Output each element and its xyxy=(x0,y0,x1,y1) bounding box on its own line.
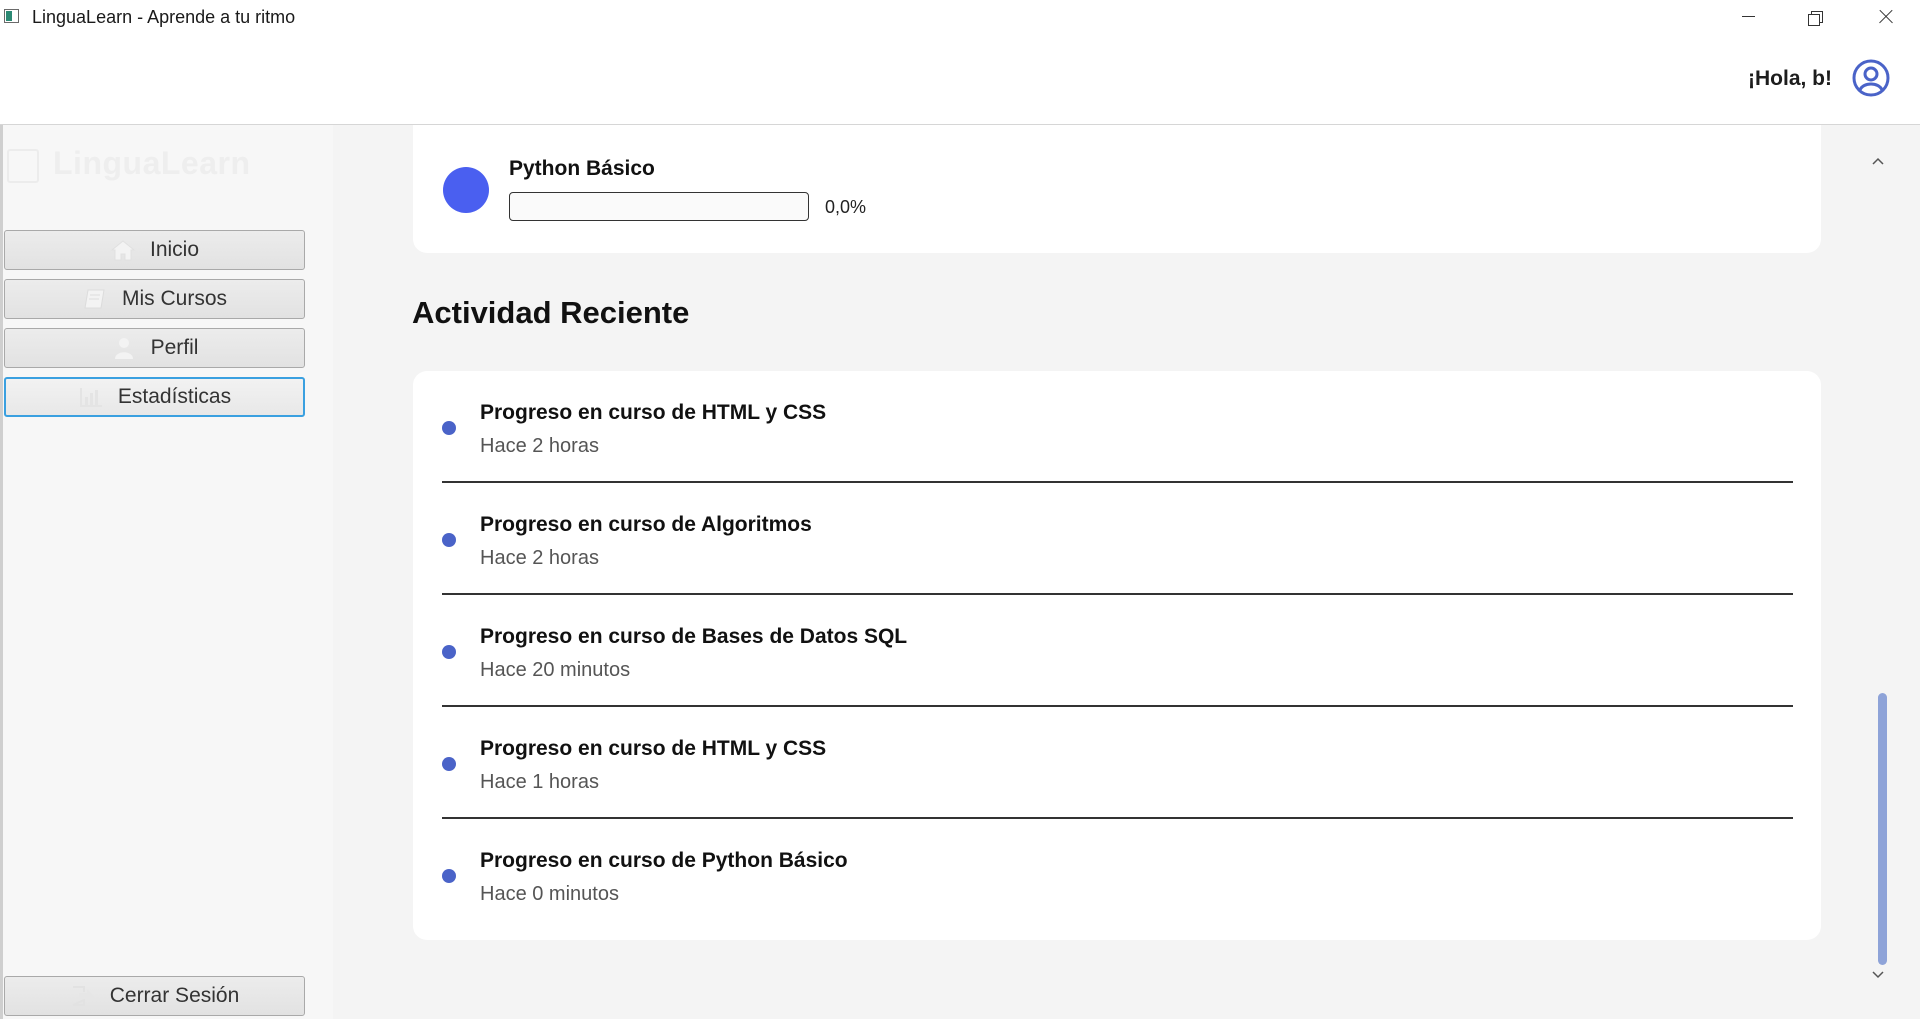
window-title: LinguaLearn - Aprende a tu ritmo xyxy=(32,7,296,27)
activity-dot xyxy=(442,757,456,771)
home-icon xyxy=(110,240,136,261)
activity-title: Progreso en curso de HTML y CSS xyxy=(480,737,827,760)
user-avatar-icon[interactable] xyxy=(1852,59,1890,97)
activity-dot xyxy=(442,421,456,435)
activity-title: Progreso en curso de Python Básico xyxy=(480,849,848,872)
activity-time: Hace 0 minutos xyxy=(480,883,619,905)
logo-text: LinguaLearn xyxy=(53,145,251,181)
maximize-button[interactable] xyxy=(1786,0,1846,34)
course-progress-bar xyxy=(509,192,809,221)
list-item[interactable]: Progreso en curso de Bases de Datos SQL … xyxy=(442,595,1793,707)
nav-perfil-label: Perfil xyxy=(150,336,199,359)
nav-perfil-button[interactable]: Perfil xyxy=(4,328,305,368)
course-color-dot xyxy=(443,167,489,213)
logout-icon xyxy=(72,986,94,1006)
sidebar-logo: LinguaLearn xyxy=(7,145,251,183)
course-progress-text: 0,0% xyxy=(825,197,867,217)
logout-label: Cerrar Sesión xyxy=(109,984,240,1007)
list-item[interactable]: Progreso en curso de Python Básico Hace … xyxy=(442,819,1793,931)
minimize-button[interactable] xyxy=(1718,0,1778,34)
activity-dot xyxy=(442,533,456,547)
app-header: ¡Hola, b! xyxy=(0,34,1920,125)
book-icon xyxy=(84,289,105,309)
greeting-text: ¡Hola, b! xyxy=(1748,67,1832,90)
activity-time: Hace 20 minutos xyxy=(480,659,631,681)
scroll-up-icon[interactable] xyxy=(1871,155,1885,169)
activity-time: Hace 1 horas xyxy=(480,771,599,793)
user-icon xyxy=(114,338,133,359)
nav-inicio-label: Inicio xyxy=(149,238,200,261)
activity-section-title: Actividad Reciente xyxy=(412,295,690,330)
close-button[interactable] xyxy=(1856,0,1916,34)
nav-estadisticas-button[interactable]: Estadísticas xyxy=(4,377,305,417)
scroll-down-icon[interactable] xyxy=(1871,967,1885,981)
activity-title: Progreso en curso de Bases de Datos SQL xyxy=(480,625,908,648)
activity-title: Progreso en curso de HTML y CSS xyxy=(480,401,827,424)
list-item[interactable]: Progreso en curso de Algoritmos Hace 2 h… xyxy=(442,483,1793,595)
chart-icon xyxy=(79,388,102,407)
activity-dot xyxy=(442,869,456,883)
list-item[interactable]: Progreso en curso de HTML y CSS Hace 2 h… xyxy=(442,371,1793,483)
title-bar: LinguaLearn - Aprende a tu ritmo xyxy=(0,0,1920,34)
nav-estadisticas-label: Estadísticas xyxy=(117,385,232,408)
activity-time: Hace 2 horas xyxy=(480,435,599,457)
activity-dot xyxy=(442,645,456,659)
course-card[interactable]: Python Básico 0,0% xyxy=(413,125,1821,253)
activity-title: Progreso en curso de Algoritmos xyxy=(480,513,812,536)
nav-mis-cursos-button[interactable]: Mis Cursos xyxy=(4,279,305,319)
course-name: Python Básico xyxy=(509,157,655,180)
activity-list: Progreso en curso de HTML y CSS Hace 2 h… xyxy=(413,371,1821,940)
app-icon xyxy=(4,9,19,23)
logout-button[interactable]: Cerrar Sesión xyxy=(4,976,305,1016)
nav-inicio-button[interactable]: Inicio xyxy=(4,230,305,270)
nav-mis-cursos-label: Mis Cursos xyxy=(121,287,227,310)
scrollbar-thumb[interactable] xyxy=(1878,693,1887,965)
main-content: Python Básico 0,0% Actividad Reciente Pr… xyxy=(333,125,1920,1019)
activity-time: Hace 2 horas xyxy=(480,547,599,569)
sidebar: LinguaLearn Inicio Mis Cursos Perfil Est… xyxy=(0,125,333,1019)
list-item[interactable]: Progreso en curso de HTML y CSS Hace 1 h… xyxy=(442,707,1793,819)
logo-icon xyxy=(7,148,39,183)
